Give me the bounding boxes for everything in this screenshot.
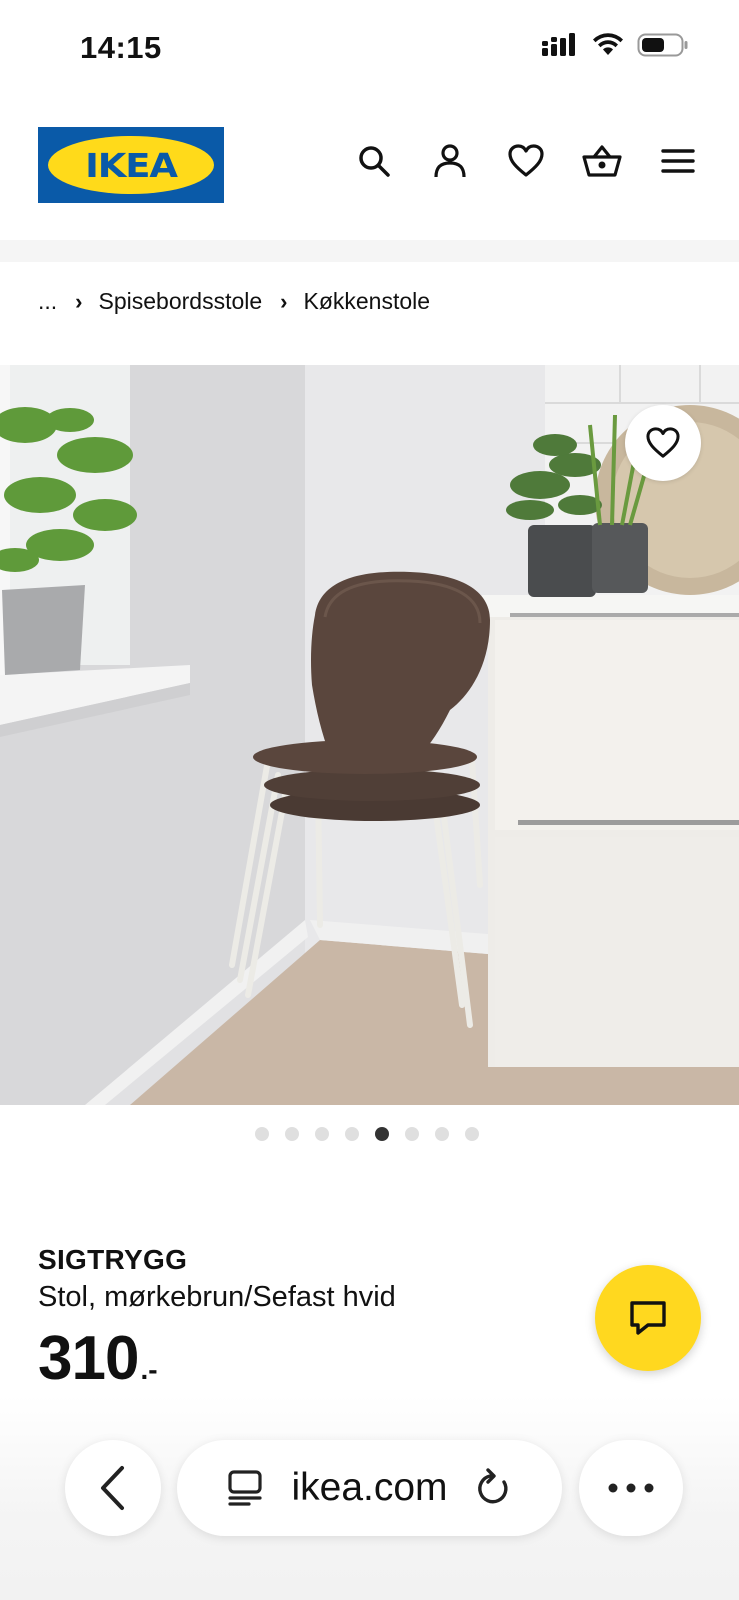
gallery-dot[interactable] [345,1127,359,1141]
gallery-dot[interactable] [315,1127,329,1141]
search-icon [359,146,390,177]
wifi-icon [593,33,623,55]
chat-icon [630,1301,666,1335]
gallery-dot[interactable] [285,1127,299,1141]
gallery-dot[interactable] [465,1127,479,1141]
account-button[interactable] [429,140,471,182]
logo-text: IKEA [85,145,178,185]
more-button[interactable] [579,1440,683,1536]
header-divider [0,240,739,262]
menu-button[interactable] [657,140,699,182]
gallery-pagination [255,1127,479,1141]
product-price: 310 .- [38,1328,158,1390]
tabs-icon [228,1470,263,1506]
basket-icon [582,145,622,177]
back-icon [101,1466,124,1510]
chevron-right-icon: › [280,288,288,314]
wishlist-button[interactable] [505,140,547,182]
breadcrumb: ... › Spisebordsstole › Køkkenstole [38,288,430,315]
breadcrumb-ellipsis[interactable]: ... [38,288,57,315]
gallery-dot[interactable] [405,1127,419,1141]
address-bar[interactable]: ikea.com [177,1440,562,1536]
product-description: Stol, mørkebrun/Sefast hvid [38,1281,396,1313]
site-header: IKEA [0,90,739,240]
chevron-right-icon: › [75,288,83,314]
product-image[interactable] [0,365,739,1105]
price-suffix: .- [140,1354,158,1385]
add-to-wishlist-button[interactable] [625,405,701,481]
breadcrumb-item-kitchen-chairs[interactable]: Køkkenstole [303,288,430,315]
search-button[interactable] [353,140,395,182]
header-icons [353,140,699,182]
back-button[interactable] [65,1440,161,1536]
chat-button[interactable] [595,1265,701,1371]
logo-oval: IKEA [48,136,214,194]
product-name: SIGTRYGG [38,1244,188,1275]
price-integer: 310 [38,1324,139,1393]
status-icons [541,32,689,58]
product-photo [0,365,739,1105]
gallery-dot[interactable] [255,1127,269,1141]
reload-icon[interactable] [476,1468,512,1508]
more-icon [608,1483,654,1493]
cellular-signal-icon [542,33,575,56]
status-time: 14:15 [80,30,162,65]
menu-icon [661,149,695,173]
basket-button[interactable] [581,140,623,182]
breadcrumb-item-dining-chairs[interactable]: Spisebordsstole [99,288,263,315]
gallery-dot[interactable] [375,1127,389,1141]
gallery-dot[interactable] [435,1127,449,1141]
heart-icon [646,427,680,458]
heart-icon [508,144,544,177]
ikea-logo[interactable]: IKEA [38,127,224,203]
status-bar: 14:15 [0,0,739,90]
url-text: ikea.com [291,1466,448,1509]
account-icon [434,144,466,178]
battery-icon [637,33,688,57]
